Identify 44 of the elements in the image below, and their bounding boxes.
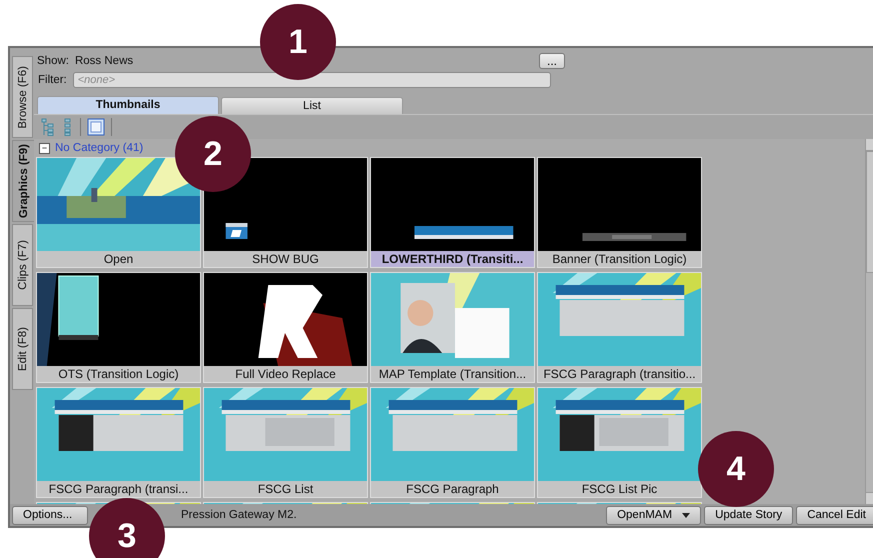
view-tab[interactable]: List <box>221 97 403 114</box>
tree-icon[interactable] <box>40 118 56 136</box>
thumbnail-label: Full Video Replace <box>234 366 337 382</box>
cancel-edit-button[interactable]: Cancel Edit <box>796 506 873 524</box>
thumbnail-tile[interactable]: Banner (Transition Logic) <box>537 157 702 268</box>
show-name: Ross News <box>74 55 134 67</box>
openmam-button[interactable]: OpenMAM <box>606 506 702 524</box>
thumbnail-label: Open <box>102 251 134 267</box>
thumbnail-tile[interactable]: OTS (Transition Logic) <box>36 272 201 383</box>
thumbnail-label: Banner (Transition Logic) <box>551 251 688 267</box>
thumbnail-label: LOWERTHIRD (Transiti... <box>380 251 524 267</box>
view-tab[interactable]: Thumbnails <box>37 96 219 114</box>
browse-button[interactable]: ... <box>539 53 565 69</box>
thumbnail-tile[interactable]: FSCG List <box>203 387 368 498</box>
thumbnail-label: FSCG Paragraph (transitio... <box>542 366 697 382</box>
status-text: Pression Gateway M2. <box>180 509 298 521</box>
thumbnail-label: FSCG Paragraph (transi... <box>48 481 190 497</box>
side-tab[interactable]: Graphics (F9) <box>12 140 35 222</box>
update-story-button[interactable]: Update Story <box>704 506 794 524</box>
thumbnail-label: FSCG List Pic <box>580 481 658 497</box>
thumbnail-label: FSCG Paragraph <box>405 481 500 497</box>
filter-field[interactable]: <none> <box>72 72 551 88</box>
thumbnail-label: SHOW BUG <box>251 251 320 267</box>
options-button[interactable]: Options... <box>12 506 88 524</box>
side-tab[interactable]: Browse (F6) <box>12 56 33 138</box>
thumbnail-tile[interactable]: Open <box>36 157 201 268</box>
thumbnail-tile[interactable]: Full Video Replace <box>203 272 368 383</box>
thumbnail-tile[interactable]: LOWERTHIRD (Transiti... <box>370 157 535 268</box>
frame-icon[interactable] <box>87 118 105 136</box>
thumbnail-tile[interactable]: FSCG Paragraph (transitio... <box>537 272 702 383</box>
thumbnail-tile[interactable]: FSCG List Pic <box>537 387 702 498</box>
thumbnail-tile[interactable]: MAP Template (Transition... <box>370 272 535 383</box>
thumbnail-tile[interactable]: FSCG Paragraph <box>370 387 535 498</box>
thumbnail-label: OTS (Transition Logic) <box>57 366 180 382</box>
caret-icon <box>682 512 690 518</box>
thumbnail-label: MAP Template (Transition... <box>378 366 528 382</box>
side-tab[interactable]: Edit (F8) <box>12 308 33 390</box>
filter-label: Filter: <box>38 74 67 86</box>
side-tab[interactable]: Clips (F7) <box>12 224 33 306</box>
collapse-toggle[interactable]: − <box>39 142 50 154</box>
callout-number: 1 <box>260 4 336 80</box>
thumbnail-tile[interactable]: FSCG Paragraph (transi... <box>36 387 201 498</box>
show-label: Show: <box>37 55 69 67</box>
thumbnail-label: FSCG List <box>256 481 314 497</box>
